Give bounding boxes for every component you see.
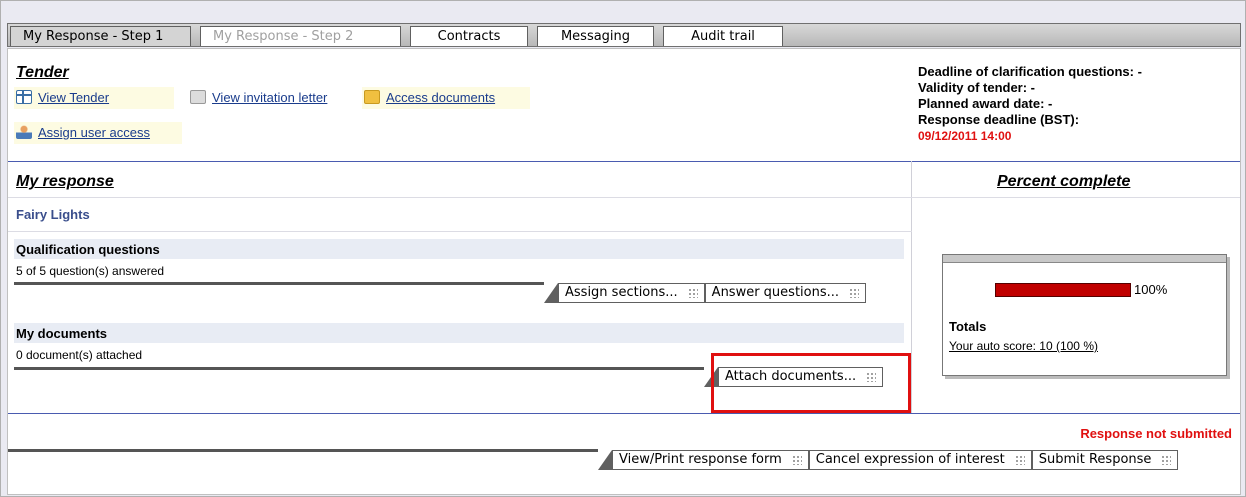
tab-messaging[interactable]: Messaging — [537, 26, 654, 46]
documents-status: 0 document(s) attached — [16, 348, 143, 362]
tender-title: Tender — [16, 64, 69, 81]
auto-score: Your auto score: 10 (100 %) — [949, 339, 1098, 353]
button-rail — [8, 449, 598, 452]
answer-questions-label: Answer questions... — [711, 285, 840, 300]
tab-contracts[interactable]: Contracts — [410, 26, 528, 46]
divider — [8, 161, 1240, 162]
submit-response-button[interactable]: Submit Response — [1031, 450, 1179, 470]
rail-slant — [544, 283, 558, 303]
divider — [8, 413, 1240, 414]
divider — [8, 197, 1240, 198]
button-rail — [14, 282, 544, 285]
rail-slant — [598, 450, 612, 470]
user-icon — [16, 125, 32, 139]
grid-icon — [16, 90, 32, 104]
view-print-button[interactable]: View/Print response form — [612, 450, 809, 470]
tab-audit-trail[interactable]: Audit trail — [663, 26, 783, 46]
response-deadline-value: 09/12/2011 14:00 — [918, 129, 1012, 143]
letter-icon — [190, 90, 206, 104]
access-documents-label: Access documents — [386, 90, 496, 105]
progress-label: 100% — [1134, 282, 1168, 297]
view-invitation-link[interactable]: View invitation letter — [190, 90, 327, 105]
tab-label: Audit trail — [691, 29, 755, 44]
tender-name: Fairy Lights — [16, 207, 90, 222]
access-documents-link[interactable]: Access documents — [364, 90, 495, 105]
qualification-actions: Assign sections... Answer questions... — [544, 283, 867, 303]
view-invitation-label: View invitation letter — [212, 90, 328, 105]
tab-label: Contracts — [437, 29, 501, 44]
column-divider — [911, 161, 912, 413]
view-tender-label: View Tender — [38, 90, 110, 105]
qualification-header: Qualification questions — [14, 239, 904, 259]
documents-header: My documents — [14, 323, 904, 343]
tab-label: My Response - Step 2 — [213, 29, 354, 44]
folder-icon — [364, 90, 380, 104]
validity-of-tender: Validity of tender: - — [918, 80, 1036, 95]
submission-status: Response not submitted — [1080, 426, 1232, 441]
grip-icon — [1014, 455, 1025, 465]
grip-icon — [791, 455, 802, 465]
window-frame: My Response - Step 1 My Response - Step … — [0, 0, 1246, 497]
progress-bar — [995, 283, 1131, 297]
divider — [8, 231, 912, 232]
tab-my-response-step2[interactable]: My Response - Step 2 — [200, 26, 401, 46]
clarification-deadline: Deadline of clarification questions: - — [918, 64, 1142, 79]
tab-label: Messaging — [560, 29, 631, 44]
tab-my-response-step1[interactable]: My Response - Step 1 — [10, 26, 191, 46]
planned-award-date: Planned award date: - — [918, 96, 1053, 111]
qualification-status: 5 of 5 question(s) answered — [16, 264, 165, 278]
tab-bar: My Response - Step 1 My Response - Step … — [7, 23, 1241, 47]
percent-box: 100% Totals Your auto score: 10 (100 %) — [942, 254, 1227, 376]
tender-info: Deadline of clarification questions: - V… — [918, 64, 1142, 144]
cancel-interest-label: Cancel expression of interest — [815, 452, 1005, 467]
view-tender-link[interactable]: View Tender — [16, 90, 109, 105]
tab-label: My Response - Step 1 — [23, 29, 164, 44]
assign-user-access-label: Assign user access — [38, 125, 150, 140]
grip-icon — [1161, 455, 1172, 465]
button-rail — [14, 367, 704, 370]
grip-icon — [687, 288, 698, 298]
my-response-heading: My response — [16, 173, 114, 190]
percent-complete-heading: Percent complete — [997, 173, 1131, 190]
totals-label: Totals — [949, 319, 987, 334]
response-deadline-label: Response deadline (BST): — [918, 112, 1080, 127]
main-panel: Tender View Tender View invitation lette… — [7, 48, 1241, 495]
answer-questions-button[interactable]: Answer questions... — [704, 283, 867, 303]
percent-box-header — [943, 255, 1226, 263]
assign-sections-button[interactable]: Assign sections... — [558, 283, 705, 303]
view-print-label: View/Print response form — [619, 452, 782, 467]
submit-response-label: Submit Response — [1038, 452, 1152, 467]
grip-icon — [849, 288, 860, 298]
assign-user-access-link[interactable]: Assign user access — [16, 125, 150, 140]
assign-sections-label: Assign sections... — [565, 285, 678, 300]
footer-actions: View/Print response form Cancel expressi… — [598, 450, 1179, 470]
attach-highlight-box — [711, 353, 911, 413]
cancel-interest-button[interactable]: Cancel expression of interest — [808, 450, 1032, 470]
